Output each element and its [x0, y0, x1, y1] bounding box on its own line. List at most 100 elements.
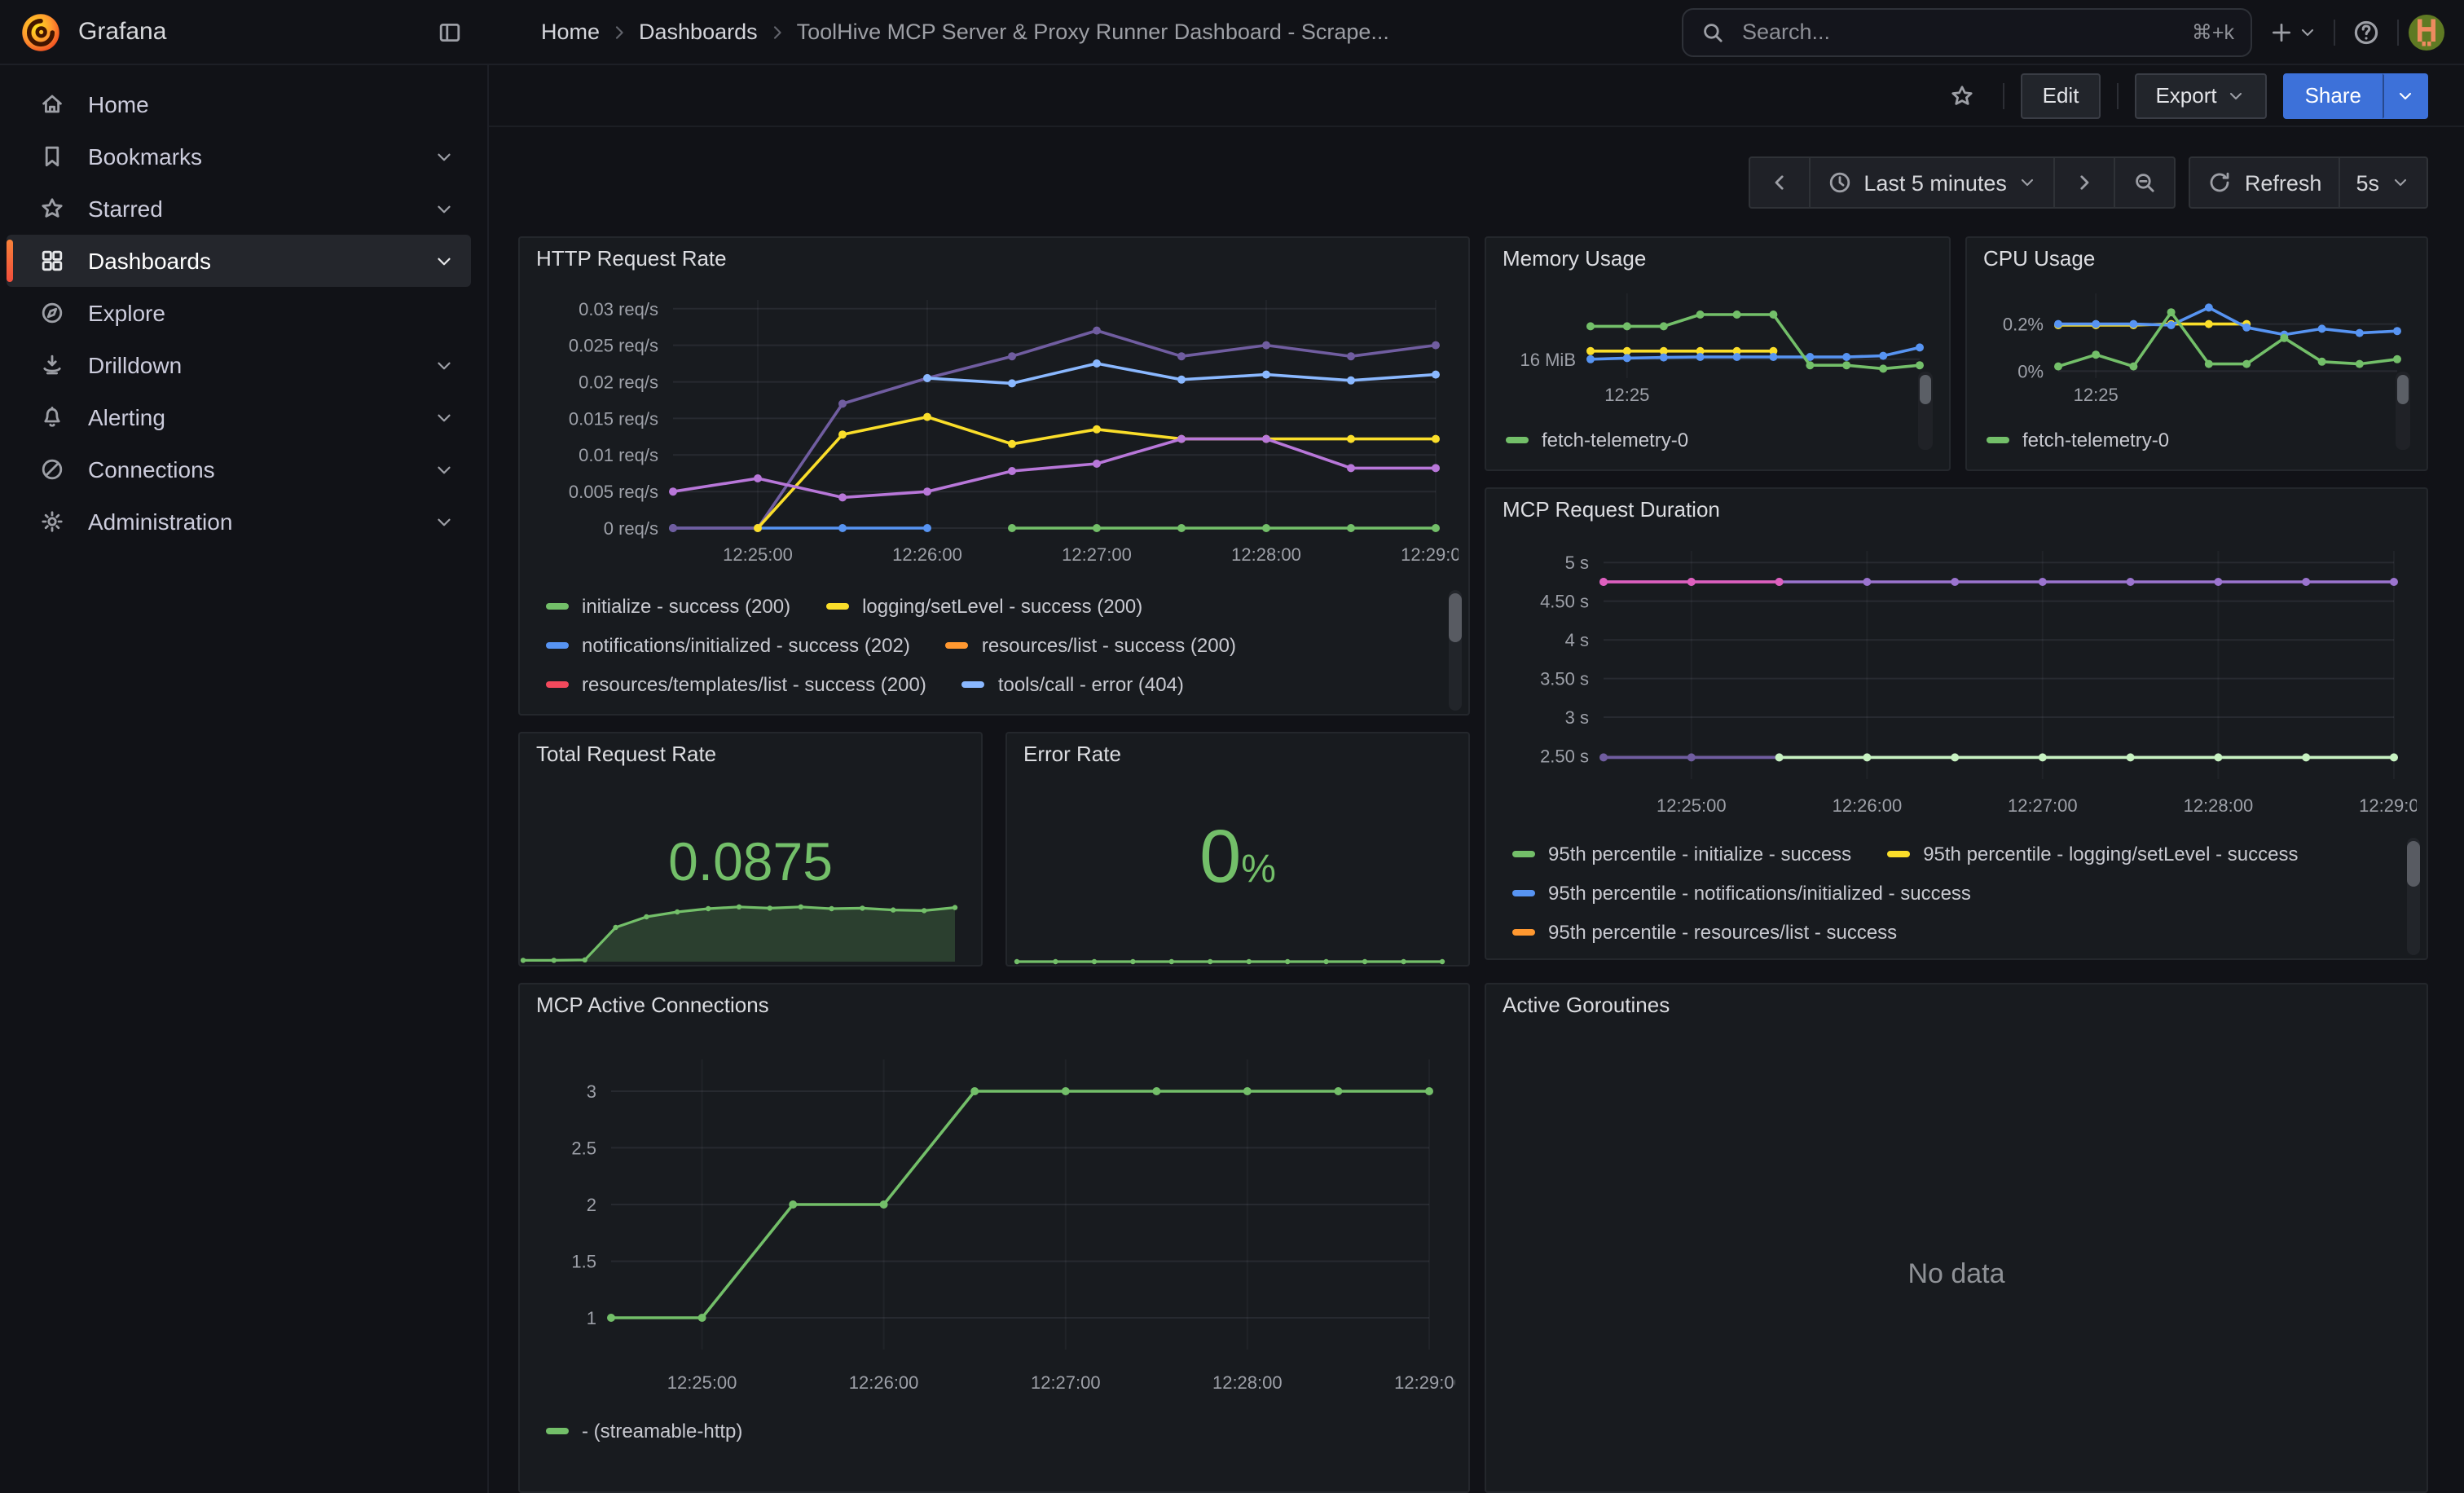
- panel-title[interactable]: MCP Request Duration: [1503, 497, 1720, 522]
- edit-button[interactable]: Edit: [2022, 73, 2101, 118]
- sidebar-item-explore[interactable]: Explore: [7, 287, 471, 339]
- legend-row: resources/templates/list - success (200)…: [546, 665, 1419, 704]
- panel-mcp-request-duration: MCP Request Duration 2.50 s3 s3.50 s4 s4…: [1485, 487, 2428, 960]
- svg-text:12:26:00: 12:26:00: [892, 544, 962, 565]
- legend-item[interactable]: logging/setLevel - success (200): [826, 595, 1142, 618]
- scrollbar-track: [2396, 372, 2410, 450]
- sidebar-item-alerting[interactable]: Alerting: [7, 391, 471, 443]
- sidebar-item-home[interactable]: Home: [7, 78, 471, 130]
- refresh-button[interactable]: Refresh: [2189, 156, 2340, 209]
- legend-label: logging/setLevel - success (200): [862, 595, 1142, 618]
- legend-label: 95th percentile - resources/list - succe…: [1548, 921, 1897, 944]
- svg-text:0.2%: 0.2%: [2003, 315, 2044, 335]
- legend-item[interactable]: initialize - success (200): [546, 595, 790, 618]
- sidebar-item-connections[interactable]: Connections: [7, 443, 471, 495]
- time-forward-button[interactable]: [2056, 156, 2116, 209]
- add-button[interactable]: [2262, 12, 2324, 51]
- svg-text:0.02 req/s: 0.02 req/s: [579, 372, 658, 393]
- legend: - (streamable-http): [546, 1412, 1035, 1454]
- scrollbar-track: [1918, 372, 1933, 450]
- legend-item[interactable]: notifications/initialized - success (202…: [546, 634, 910, 657]
- legend-row: fetch-telemetry-0: [1987, 421, 2345, 460]
- legend-item[interactable]: 95th percentile - notifications/initiali…: [1512, 882, 1971, 905]
- svg-text:1.5: 1.5: [571, 1252, 596, 1272]
- svg-text:12:26:00: 12:26:00: [849, 1372, 919, 1393]
- svg-text:12:25: 12:25: [1604, 385, 1649, 405]
- export-button[interactable]: Export: [2134, 73, 2267, 118]
- angle-right-icon: [2072, 170, 2098, 196]
- legend-item[interactable]: 95th percentile - initialize - success: [1512, 843, 1851, 865]
- sidebar-item-label: Administration: [88, 509, 232, 535]
- divider: [2397, 19, 2399, 45]
- legend-swatch: [546, 681, 569, 688]
- legend-item[interactable]: - (streamable-http): [546, 1420, 742, 1442]
- sidebar-item-dashboards[interactable]: Dashboards: [7, 235, 471, 287]
- panel-title[interactable]: Error Rate: [1023, 742, 1121, 766]
- refresh-interval-picker[interactable]: 5s: [2339, 156, 2428, 209]
- grafana-logo-icon: [20, 11, 62, 53]
- panel-title[interactable]: Memory Usage: [1503, 246, 1646, 271]
- svg-text:0.025 req/s: 0.025 req/s: [569, 336, 658, 356]
- zoom-out-button[interactable]: [2116, 156, 2176, 209]
- legend-item[interactable]: tools/list - success (200): [833, 712, 1078, 716]
- time-back-button[interactable]: [1748, 156, 1810, 209]
- panel-title[interactable]: Active Goroutines: [1503, 993, 1670, 1017]
- legend-item[interactable]: fetch-telemetry-0: [1987, 429, 2169, 451]
- svg-text:12:27:00: 12:27:00: [2008, 795, 2078, 816]
- share-dropdown-button[interactable]: [2383, 73, 2428, 118]
- svg-text:12:28:00: 12:28:00: [2184, 795, 2254, 816]
- svg-text:4 s: 4 s: [1565, 630, 1589, 650]
- star-icon: [39, 196, 65, 222]
- sidebar-item-bookmarks[interactable]: Bookmarks: [7, 130, 471, 183]
- sidebar-item-starred[interactable]: Starred: [7, 183, 471, 235]
- grafana-app: Grafana Home Dashboards ToolHive MCP Ser…: [0, 0, 2464, 1493]
- panel-title[interactable]: MCP Active Connections: [536, 993, 769, 1017]
- breadcrumb-home[interactable]: Home: [541, 20, 600, 44]
- grafana-logo[interactable]: [20, 11, 62, 53]
- legend-label: initialize - success (200): [582, 595, 790, 618]
- svg-text:12:26:00: 12:26:00: [1833, 795, 1903, 816]
- nav-right: ⌘+k: [1682, 7, 2464, 56]
- legend-item[interactable]: unknown - success (200): [1115, 712, 1368, 716]
- panel-mcp-active-connections: MCP Active Connections 11.522.5312:25:00…: [518, 983, 1470, 1493]
- dock-menu-button[interactable]: [430, 12, 469, 51]
- breadcrumb-current: ToolHive MCP Server & Proxy Runner Dashb…: [797, 20, 1389, 44]
- chevron-right-icon: [609, 22, 629, 42]
- legend-label: unknown - success (200): [1151, 712, 1368, 716]
- panel-title[interactable]: Total Request Rate: [536, 742, 716, 766]
- sidebar-item-administration[interactable]: Administration: [7, 495, 471, 548]
- legend-item[interactable]: 95th percentile - resources/list - succe…: [1512, 921, 1897, 944]
- legend-item[interactable]: tools/call - success (200): [546, 712, 797, 716]
- search-input[interactable]: [1739, 18, 2179, 46]
- panel-title[interactable]: HTTP Request Rate: [536, 246, 727, 271]
- legend-item[interactable]: tools/call - error (404): [962, 673, 1184, 696]
- scrollbar-thumb[interactable]: [1920, 375, 1931, 404]
- sidebar-item-drilldown[interactable]: Drilldown: [7, 339, 471, 391]
- legend: fetch-telemetry-0: [1987, 421, 2345, 463]
- home-icon: [39, 91, 65, 117]
- time-range-picker[interactable]: Last 5 minutes: [1810, 156, 2056, 209]
- scrollbar-thumb[interactable]: [2407, 841, 2420, 887]
- user-avatar[interactable]: [2409, 14, 2444, 50]
- sidebar-item-label: Explore: [88, 300, 165, 326]
- favorite-star-button[interactable]: [1938, 73, 1987, 118]
- scrollbar-thumb[interactable]: [2397, 375, 2409, 404]
- bookmark-icon: [39, 143, 65, 170]
- cpu-usage-chart: 0.2%0%12:25: [1977, 277, 2417, 411]
- zoom-out-icon: [2132, 170, 2158, 196]
- chevron-down-icon: [2227, 86, 2246, 105]
- panel-title[interactable]: CPU Usage: [1983, 246, 2095, 271]
- panel-total-request-rate: Total Request Rate 0.0875: [518, 732, 983, 967]
- legend-row: 95th percentile - initialize - success 95…: [1512, 835, 2378, 874]
- legend-item[interactable]: resources/list - success (200): [946, 634, 1236, 657]
- legend-item[interactable]: 95th percentile - logging/setLevel - suc…: [1887, 843, 2298, 865]
- search-box[interactable]: ⌘+k: [1682, 7, 2252, 56]
- share-button[interactable]: Share: [2284, 73, 2383, 118]
- breadcrumb-dashboards[interactable]: Dashboards: [639, 20, 758, 44]
- legend-item[interactable]: fetch-telemetry-0: [1506, 429, 1688, 451]
- help-button[interactable]: [2345, 11, 2387, 53]
- export-label: Export: [2155, 83, 2216, 108]
- scrollbar-thumb[interactable]: [1449, 593, 1462, 642]
- svg-text:12:25:00: 12:25:00: [667, 1372, 737, 1393]
- legend-item[interactable]: resources/templates/list - success (200): [546, 673, 926, 696]
